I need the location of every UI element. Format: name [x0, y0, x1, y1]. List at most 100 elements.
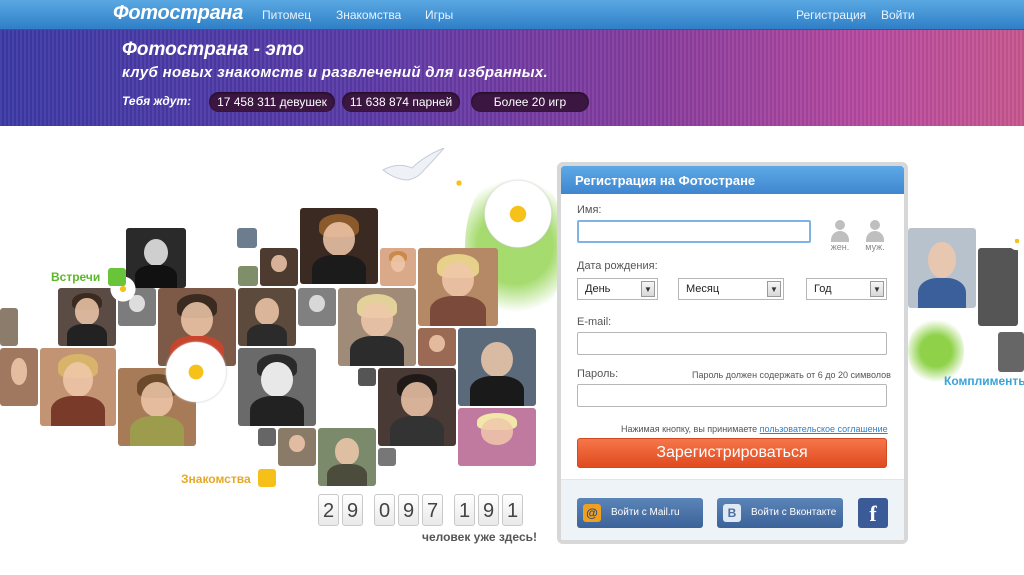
- nav-link-pet[interactable]: Питомец: [262, 8, 311, 22]
- member-photo[interactable]: [237, 228, 257, 248]
- member-photo[interactable]: [260, 248, 298, 286]
- counter-digit: 1: [454, 494, 475, 526]
- birthdate-label: Дата рождения:: [577, 260, 658, 272]
- member-photo[interactable]: [0, 308, 18, 346]
- counter-caption: человек уже здесь!: [422, 530, 537, 544]
- mailru-login-button[interactable]: @ Войти с Mail.ru: [577, 498, 703, 528]
- banner-subtitle: клуб новых знакомств и развлечений для и…: [122, 64, 548, 81]
- banner-title: Фотострана - это: [122, 39, 304, 60]
- mailru-login-label: Войти с Mail.ru: [611, 507, 680, 518]
- birth-year-select[interactable]: Год ▼: [806, 278, 887, 300]
- awaiting-label: Тебя ждут:: [122, 94, 192, 108]
- counter-digit: 2: [318, 494, 339, 526]
- counter-digit: 9: [478, 494, 499, 526]
- vk-logo-icon: B: [723, 504, 741, 522]
- member-photo[interactable]: [238, 266, 258, 286]
- member-photo[interactable]: [978, 248, 1018, 326]
- counter-digit: 0: [374, 494, 395, 526]
- daisy-flower-icon: [160, 336, 232, 408]
- member-photo[interactable]: [418, 248, 498, 326]
- daisy-flower-icon: [478, 174, 558, 254]
- member-photo[interactable]: [998, 332, 1024, 372]
- member-photo[interactable]: [58, 288, 116, 346]
- terms-prefix: Нажимая кнопку, вы принимаете: [621, 424, 758, 434]
- counter-digit: 7: [422, 494, 443, 526]
- dove-icon: [378, 147, 448, 184]
- meetings-label[interactable]: Встречи: [51, 270, 100, 284]
- vk-login-label: Войти с Вконтакте: [751, 507, 837, 518]
- facebook-login-button[interactable]: f: [858, 498, 888, 528]
- name-label: Имя:: [577, 204, 602, 216]
- name-field[interactable]: [577, 220, 811, 243]
- member-photo[interactable]: [908, 228, 976, 308]
- games-count-badge: Более 20 игр: [471, 92, 589, 112]
- member-photo[interactable]: [458, 328, 536, 406]
- nav-link-games[interactable]: Игры: [425, 8, 453, 22]
- counter-digit: 9: [342, 494, 363, 526]
- social-login-strip: @ Войти с Mail.ru B Войти с Вконтакте f: [561, 479, 904, 540]
- male-silhouette-icon: [865, 220, 885, 242]
- counter-digit: 1: [502, 494, 523, 526]
- gender-male-label: муж.: [865, 242, 885, 252]
- site-logo[interactable]: Фотострана: [113, 2, 243, 25]
- terms-notice: Нажимая кнопку, вы принимаете пользовате…: [621, 424, 888, 434]
- gender-female-button[interactable]: жен.: [825, 220, 855, 252]
- member-photo[interactable]: [380, 248, 416, 286]
- dating-label[interactable]: Знакомства: [181, 472, 251, 486]
- page: Фотострана Питомец Знакомства Игры Регис…: [0, 0, 1024, 575]
- email-field[interactable]: [577, 332, 887, 355]
- female-silhouette-icon: [830, 220, 850, 242]
- member-photo[interactable]: [418, 328, 456, 366]
- nav-link-dating[interactable]: Знакомства: [336, 8, 401, 22]
- member-photo[interactable]: [298, 288, 336, 326]
- register-button[interactable]: Зарегистрироваться: [577, 438, 887, 468]
- birth-day-value: День: [585, 283, 611, 295]
- member-photo[interactable]: [40, 348, 116, 426]
- member-photo[interactable]: [278, 428, 316, 466]
- guys-count-badge: 11 638 874 парней: [342, 92, 460, 112]
- dropdown-arrow-icon: ▼: [641, 281, 655, 297]
- member-photo[interactable]: [358, 368, 376, 386]
- birth-month-value: Месяц: [686, 283, 720, 295]
- member-photo[interactable]: [378, 368, 456, 446]
- password-label: Пароль:: [577, 368, 619, 380]
- dropdown-arrow-icon: ▼: [767, 281, 781, 297]
- nav-link-register[interactable]: Регистрация: [796, 8, 866, 22]
- daisy-flower-icon: [446, 170, 472, 196]
- facebook-logo-icon: f: [869, 501, 877, 526]
- birth-month-select[interactable]: Месяц ▼: [678, 278, 784, 300]
- gender-male-button[interactable]: муж.: [860, 220, 890, 252]
- counter-digit: 9: [398, 494, 419, 526]
- member-photo[interactable]: [318, 428, 376, 486]
- mailru-at-icon: @: [583, 504, 601, 522]
- registration-panel: Регистрация на Фотостране Имя: жен. муж.…: [557, 162, 908, 544]
- right-photo-collage: [908, 126, 1024, 575]
- nav-link-login[interactable]: Войти: [881, 8, 915, 22]
- password-hint: Пароль должен содержать от 6 до 20 симво…: [692, 370, 891, 380]
- member-photo[interactable]: [238, 348, 316, 426]
- gender-female-label: жен.: [830, 242, 850, 252]
- password-field[interactable]: [577, 384, 887, 407]
- member-photo-collage: Встречи Знакомства: [0, 126, 565, 575]
- birth-day-select[interactable]: День ▼: [577, 278, 658, 300]
- top-navigation-bar: Фотострана Питомец Знакомства Игры Регис…: [0, 0, 1024, 30]
- member-photo[interactable]: [458, 408, 536, 466]
- dropdown-arrow-icon: ▼: [870, 281, 884, 297]
- registration-header: Регистрация на Фотостране: [561, 166, 904, 194]
- member-photo[interactable]: [300, 208, 378, 284]
- birth-year-value: Год: [814, 283, 832, 295]
- compliments-label[interactable]: Комплименты: [944, 374, 1024, 388]
- meetings-square-icon: [108, 268, 126, 286]
- member-photo[interactable]: [338, 288, 416, 366]
- vk-login-button[interactable]: B Войти с Вконтакте: [717, 498, 843, 528]
- member-photo[interactable]: [0, 348, 38, 406]
- email-label: E-mail:: [577, 316, 612, 328]
- member-photo[interactable]: [378, 448, 396, 466]
- dating-square-icon: [258, 469, 276, 487]
- member-photo[interactable]: [238, 288, 296, 346]
- member-photo[interactable]: [258, 428, 276, 446]
- registration-title: Регистрация на Фотостране: [575, 173, 756, 188]
- girls-count-badge: 17 458 311 девушек: [209, 92, 335, 112]
- daisy-flower-icon: [1006, 230, 1024, 252]
- terms-link[interactable]: пользовательское соглашение: [760, 424, 888, 434]
